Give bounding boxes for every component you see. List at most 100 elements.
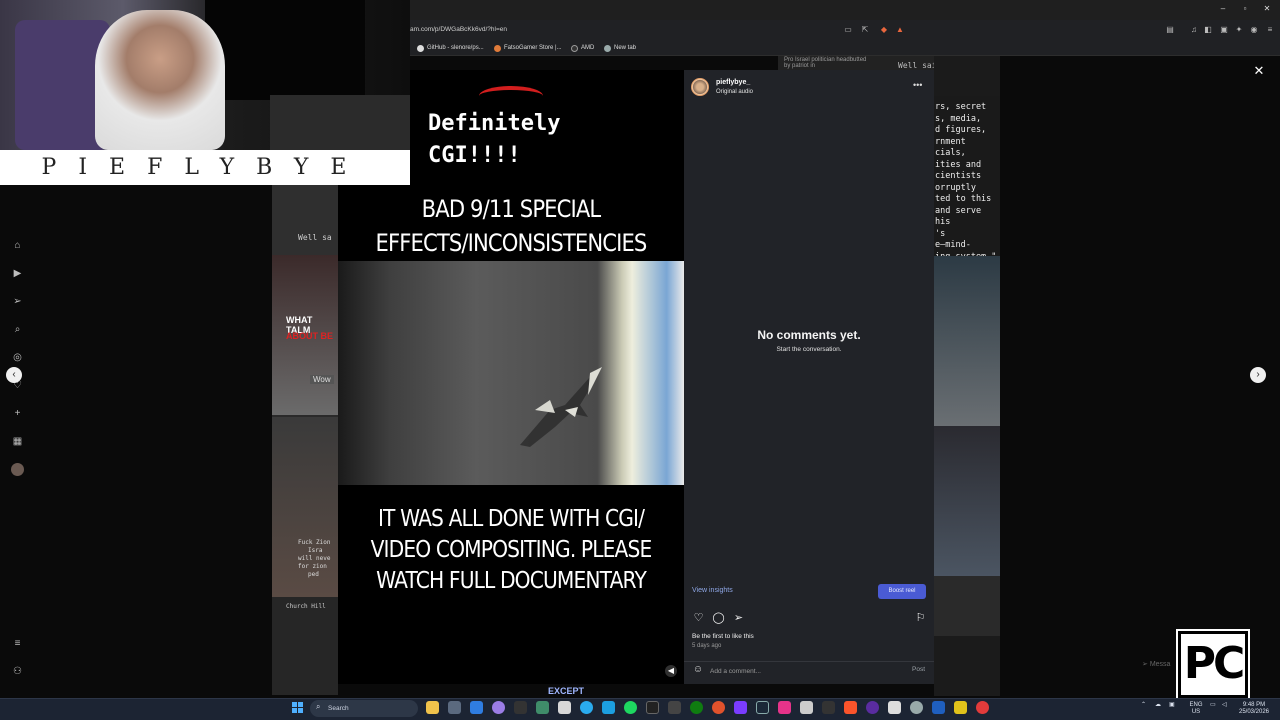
profile-icon[interactable] (11, 463, 24, 476)
app-icon[interactable] (800, 701, 813, 714)
close-icon[interactable]: ✕ (1252, 64, 1266, 78)
previous-post-button[interactable]: ‹ (6, 367, 22, 383)
volume-icon[interactable]: ◁ (1222, 702, 1227, 709)
minimize-button[interactable]: – (1216, 4, 1230, 16)
vpn-icon[interactable]: ◉ (1249, 25, 1259, 35)
boost-reel-button[interactable]: Boost reel (878, 584, 926, 599)
no-comments-subtitle: Start the conversation. (776, 346, 842, 353)
notepad-icon[interactable] (558, 701, 571, 714)
sidebar-toggle-icon[interactable]: ▤ (1165, 25, 1175, 35)
app-icon[interactable] (888, 701, 901, 714)
steam-icon[interactable] (756, 701, 769, 714)
likes-text[interactable]: Be the first to like this (692, 633, 754, 640)
meta-icon[interactable]: ⚇ (11, 665, 24, 678)
start-button[interactable] (292, 702, 304, 714)
app-icon[interactable] (778, 701, 791, 714)
bookmark-icon[interactable]: ⚐ (914, 612, 927, 625)
clock[interactable]: 9:48 PM 25/03/2026 (1236, 702, 1272, 716)
grid-tile[interactable]: Well sa (272, 185, 338, 255)
app-icon[interactable] (932, 701, 945, 714)
language-indicator[interactable]: ENG US (1188, 702, 1204, 716)
comment-input[interactable] (710, 665, 900, 677)
app-icon[interactable] (976, 701, 989, 714)
search-icon[interactable]: ⌕ (11, 323, 24, 336)
home-icon[interactable]: ⌂ (11, 239, 24, 252)
grid-tile-text: rnment (935, 136, 966, 147)
split-view-icon[interactable]: ◧ (1203, 25, 1213, 35)
grid-tile-text: cials, (935, 148, 966, 158)
post-comment-button[interactable]: Post (912, 666, 925, 673)
extensions-icon[interactable]: ✦ (1234, 25, 1244, 35)
xbox-icon[interactable] (690, 701, 703, 714)
app-icon[interactable] (734, 701, 747, 714)
rewards-icon[interactable]: ▲ (895, 25, 905, 35)
view-insights-link[interactable]: View insights (692, 587, 733, 594)
grid-tile[interactable]: Church Hill (272, 597, 338, 695)
grid-tile[interactable]: Fuck Zion Isra will neve for zion ped (272, 417, 338, 597)
close-window-button[interactable]: ✕ (1260, 4, 1274, 16)
dashboard-icon[interactable]: ▦ (11, 435, 24, 448)
taskbar-search[interactable]: Search (310, 700, 418, 717)
avatar[interactable] (691, 78, 709, 96)
bookmark-fatsogamer[interactable]: FatsoGamer Store |... (494, 41, 562, 55)
copilot-icon[interactable] (492, 701, 505, 714)
screenshot-icon[interactable]: ▭ (843, 25, 853, 35)
post-username[interactable]: pieflybye_ (716, 79, 750, 86)
grid-tile-text: Fuck Zion (298, 539, 331, 546)
send-icon[interactable]: ➢ (11, 295, 24, 308)
app-icon[interactable] (866, 701, 879, 714)
maximize-button[interactable]: ▫ (1238, 4, 1252, 16)
terminal-icon[interactable] (514, 701, 527, 714)
app-icon[interactable] (910, 701, 923, 714)
brave-icon[interactable] (844, 701, 857, 714)
mail-icon[interactable] (470, 701, 483, 714)
shield-icon[interactable]: ◆ (879, 25, 889, 35)
video-red-arc (479, 86, 543, 106)
telegram-icon[interactable] (580, 701, 593, 714)
original-audio-link[interactable]: Original audio (716, 89, 753, 95)
next-post-button[interactable]: › (1250, 367, 1266, 383)
tray-app-icon[interactable]: ▣ (1169, 702, 1175, 709)
cloud-icon[interactable]: ☁ (1155, 702, 1161, 709)
grid-tile[interactable]: rs, secret s, media, d figures, rnment c… (934, 96, 1000, 262)
spotify-icon[interactable] (624, 701, 637, 714)
app-icon[interactable] (954, 701, 967, 714)
grid-tile[interactable] (934, 426, 1000, 576)
app-icon[interactable] (712, 701, 725, 714)
media-icon[interactable]: ♫ (1189, 25, 1199, 35)
share-icon[interactable]: ➢ (732, 612, 745, 625)
app-icon[interactable] (822, 701, 835, 714)
share-icon[interactable]: ⇱ (860, 25, 870, 35)
emoji-icon[interactable]: ☺ (692, 664, 704, 676)
file-explorer-icon[interactable] (426, 701, 439, 714)
create-icon[interactable]: + (11, 407, 24, 420)
globe-icon (604, 44, 611, 52)
network-icon[interactable]: ▭ (1210, 702, 1216, 709)
video-footer-text: IT WAS ALL DONE WITH CGI/ VIDEO COMPOSIT… (370, 506, 653, 594)
menu-icon[interactable]: ≡ (1265, 25, 1275, 35)
bookmark-new-tab[interactable]: New tab (604, 41, 636, 55)
grid-tile[interactable]: WHAT TALM ABOUT BE Wow (272, 255, 338, 415)
grid-tile[interactable] (934, 256, 1000, 426)
grid-tile[interactable] (934, 576, 1000, 636)
calendar-icon[interactable] (448, 701, 461, 714)
app-icon[interactable] (646, 701, 659, 714)
grid-tile-text: Pro Israel politician headbutted by patr… (784, 57, 867, 69)
app-icon[interactable] (668, 701, 681, 714)
comment-icon[interactable]: ◯ (712, 612, 725, 625)
audio-muted-icon[interactable]: ◀ (665, 665, 677, 677)
menu-icon[interactable]: ≡ (11, 637, 24, 650)
more-options-icon[interactable]: ••• (913, 80, 922, 90)
reels-icon[interactable]: ▶ (11, 267, 24, 280)
explore-icon[interactable]: ◎ (11, 351, 24, 364)
bookmark-github[interactable]: GitHub - slenore/ps... (417, 41, 484, 55)
tray-overflow-icon[interactable]: ⌃ (1141, 702, 1146, 709)
wallet-icon[interactable]: ▣ (1219, 25, 1229, 35)
like-icon[interactable]: ♡ (692, 612, 705, 625)
app-icon[interactable] (602, 701, 615, 714)
store-icon (494, 44, 501, 52)
address-bar[interactable]: am.com/p/DWGaBcKk6vd/?hl=en (410, 22, 910, 38)
app-icon[interactable] (536, 701, 549, 714)
messages-button[interactable]: ➢ Messa (1142, 660, 1170, 668)
bookmark-amd[interactable]: AMD (571, 41, 594, 55)
